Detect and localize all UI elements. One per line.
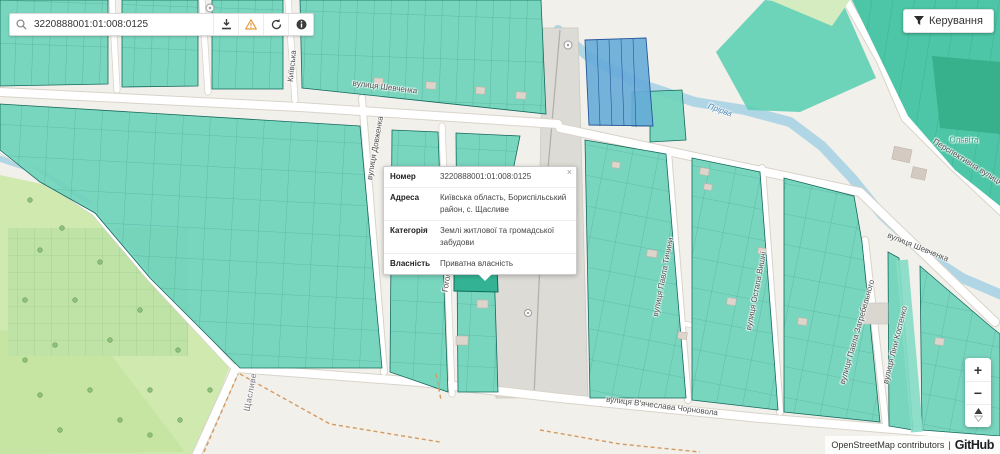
zoom-in-button[interactable]: +: [965, 358, 991, 381]
attribution-separator: |: [948, 440, 951, 450]
compass-button[interactable]: [965, 404, 991, 427]
info-button[interactable]: [288, 14, 313, 35]
download-button[interactable]: [213, 14, 238, 35]
sports-pitch: [932, 56, 1000, 134]
search-icon: [10, 19, 32, 30]
download-icon: [221, 19, 231, 30]
manage-button[interactable]: Керування: [903, 9, 994, 33]
compass-icon: [973, 408, 983, 423]
refresh-button[interactable]: [263, 14, 288, 35]
popup-row-label: Власність: [390, 259, 431, 268]
refresh-icon: [271, 19, 281, 30]
osm-attribution-link[interactable]: OpenStreetMap contributors: [831, 440, 944, 450]
popup-row-value: Землі житлової та громадської забудови: [440, 226, 555, 247]
github-logo[interactable]: GitHub: [955, 438, 995, 452]
popup-row-label: Номер: [390, 172, 416, 181]
popup-row: Номер 3220888001:01:008:0125: [384, 167, 576, 188]
warning-button[interactable]: [238, 14, 263, 35]
zoom-out-button[interactable]: −: [965, 381, 991, 404]
filter-icon: [914, 16, 924, 25]
popup-row-label: Категорія: [390, 226, 428, 235]
close-icon[interactable]: ×: [567, 168, 572, 177]
parcel-info-popup: × Номер 3220888001:01:008:0125 Адреса Ки…: [383, 166, 577, 281]
zoom-controls: + −: [965, 358, 991, 427]
attribution-bar: OpenStreetMap contributors | GitHub: [825, 436, 1000, 454]
popup-row-value: 3220888001:01:008:0125: [440, 172, 532, 181]
popup-row: Власність Приватна власність: [384, 254, 576, 274]
manage-button-label: Керування: [929, 15, 983, 27]
map-viewer: вулиця Шевченка Київська вулиця Довженка Го…: [0, 0, 1000, 454]
warning-icon: [245, 19, 257, 30]
popup-row-value: Київська область, Бориспільський район, …: [440, 193, 567, 214]
search-bar: [9, 13, 314, 36]
blue-parcels: [584, 37, 654, 128]
popup-row-value: Приватна власність: [440, 259, 514, 268]
popup-row: Адреса Київська область, Бориспільський …: [384, 188, 576, 221]
info-icon: [296, 19, 306, 30]
search-input[interactable]: [32, 19, 213, 30]
popup-row: Категорія Землі житлової та громадської …: [384, 221, 576, 254]
popup-row-label: Адреса: [390, 193, 420, 202]
